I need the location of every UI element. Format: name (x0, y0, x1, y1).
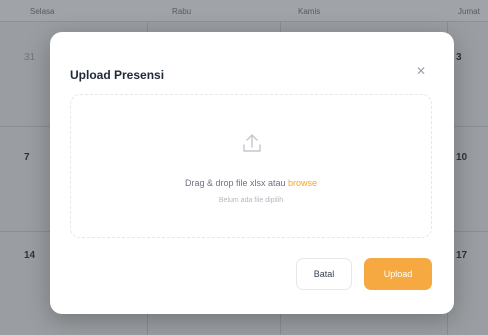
upload-icon (243, 134, 261, 152)
dropzone-instruction-text: Drag & drop file xlsx atau (184, 178, 289, 188)
file-status-text: Belum ada file dipilih (218, 197, 284, 204)
browse-link[interactable]: browse (288, 178, 317, 188)
upload-button[interactable]: Upload (364, 258, 432, 290)
dropzone-instruction: Drag & drop file xlsx atau browse (71, 178, 431, 188)
close-icon[interactable]: ✕ (412, 62, 430, 80)
file-dropzone[interactable]: Drag & drop file xlsx atau browse Belum … (70, 94, 432, 238)
dialog-title: Upload Presensi (70, 68, 165, 82)
upload-presensi-dialog: Upload Presensi ✕ Drag & drop file xlsx … (50, 32, 454, 314)
cancel-button[interactable]: Batal (296, 258, 352, 290)
